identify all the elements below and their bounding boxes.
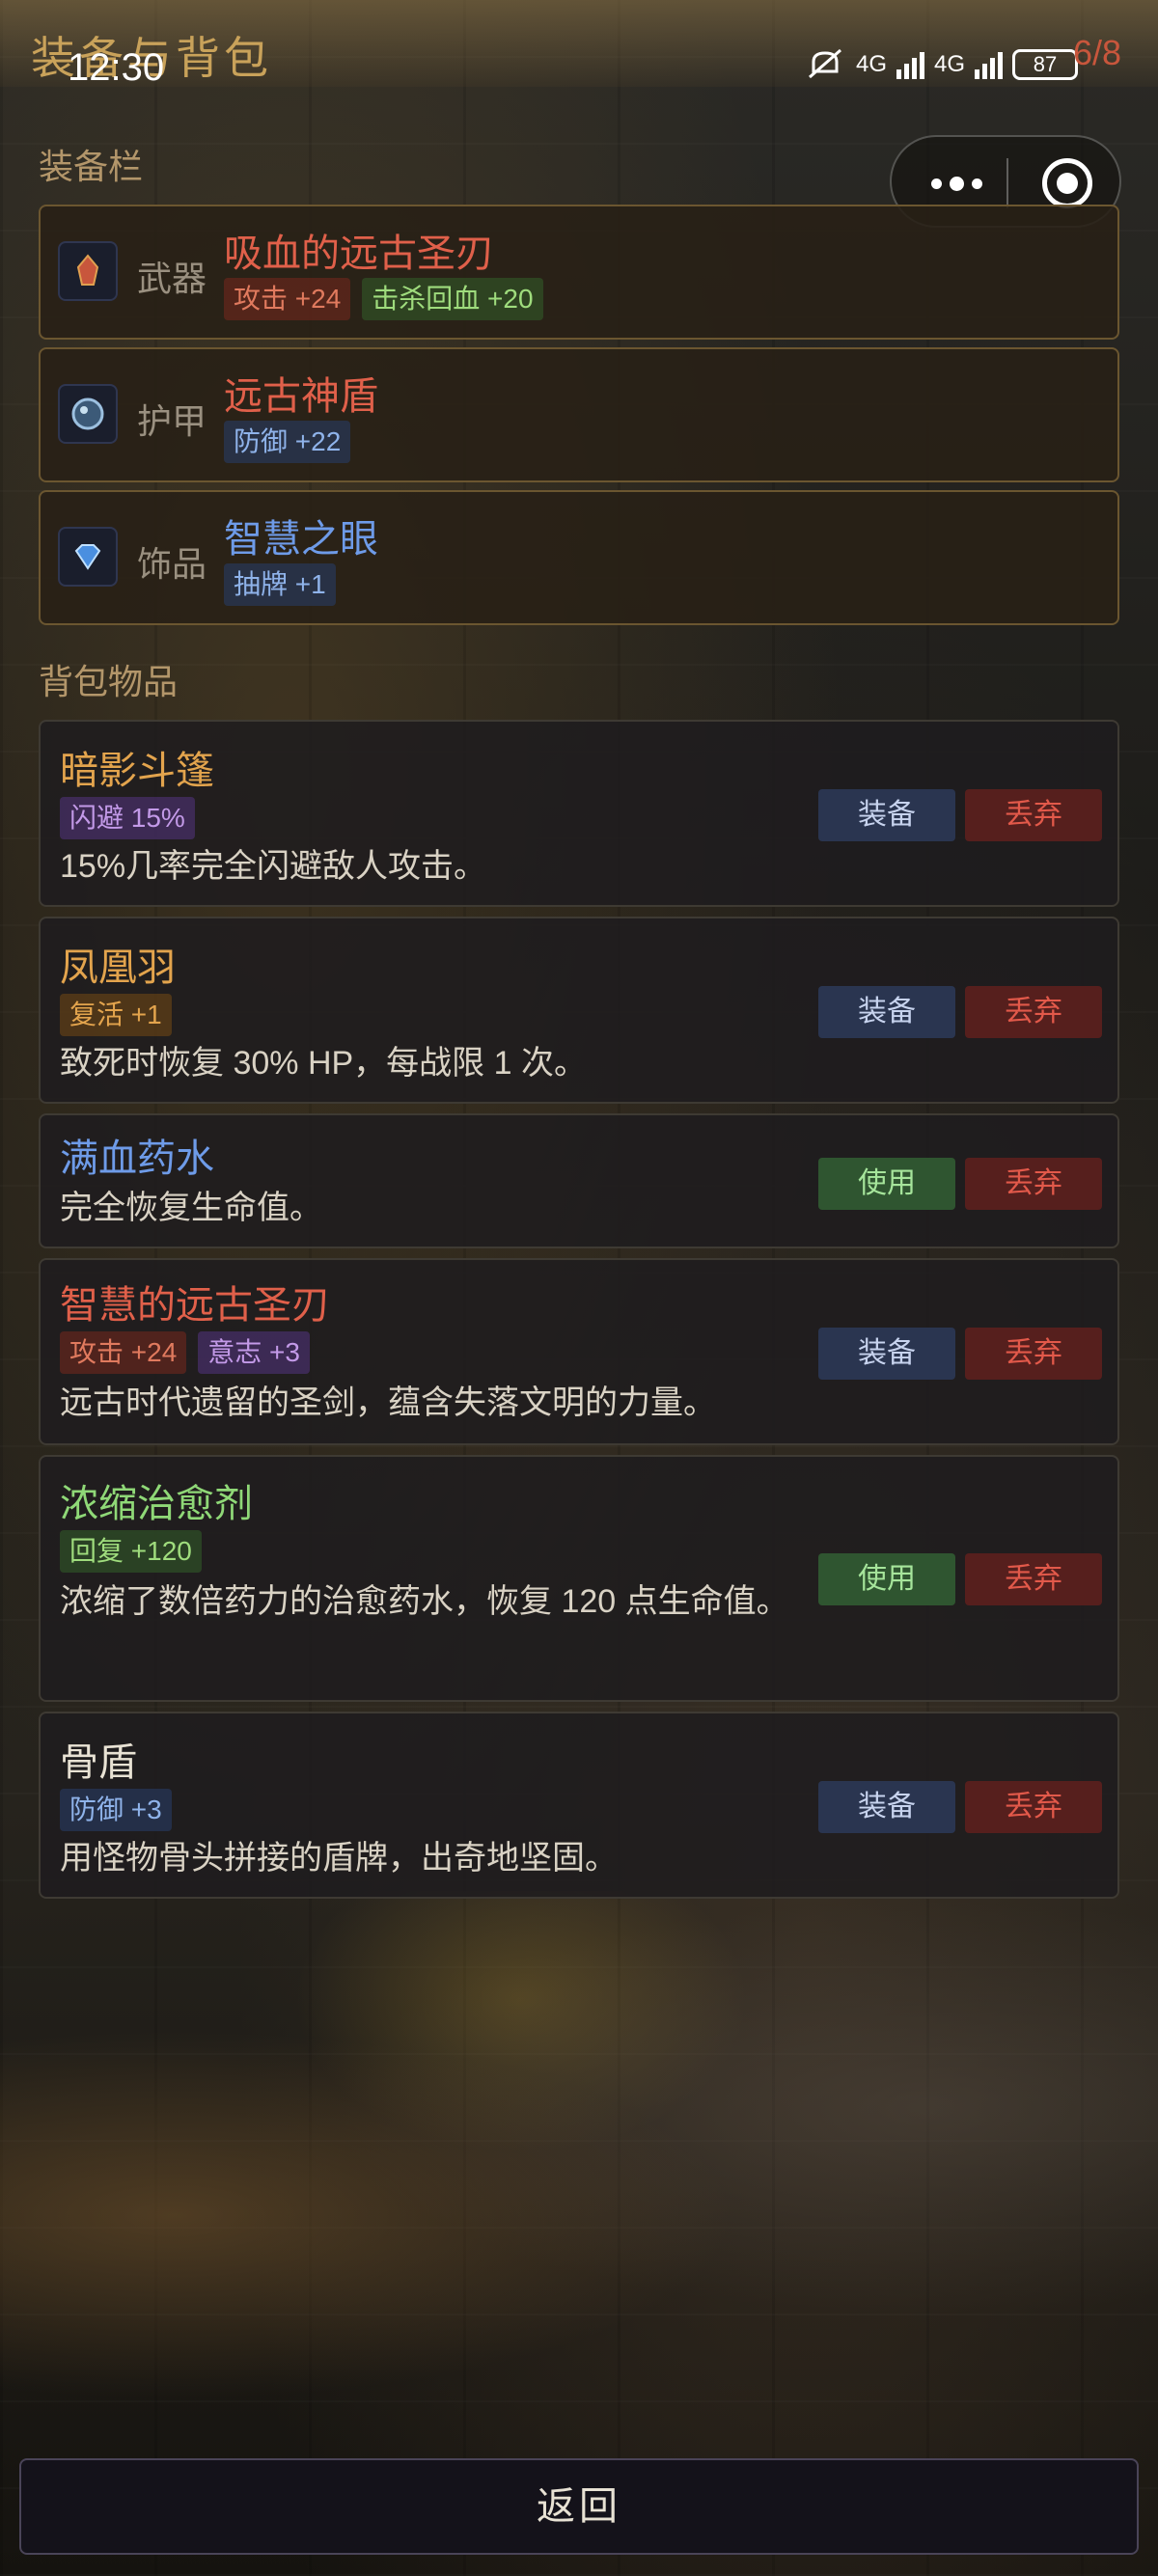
discard-button[interactable]: 丢弃 <box>965 1328 1102 1380</box>
item-description: 浓缩了数倍药力的治愈药水，恢复 120 点生命值。 <box>60 1583 789 1620</box>
equip-button[interactable]: 装备 <box>818 789 955 841</box>
use-button[interactable]: 使用 <box>818 1158 955 1210</box>
discard-button[interactable]: 丢弃 <box>965 1158 1102 1210</box>
item-name: 凤凰羽 <box>60 946 176 989</box>
equip-button[interactable]: 装备 <box>818 1328 955 1380</box>
bag-item: 暗影斗篷 闪避 15% 15%几率完全闪避敌人攻击。 装备 丢弃 <box>39 720 1119 907</box>
shield-icon <box>58 384 118 444</box>
discard-button[interactable]: 丢弃 <box>965 1553 1102 1605</box>
battery-icon: 87 <box>1012 49 1079 80</box>
stat-tag: 攻击 +24 <box>224 278 351 320</box>
slot-type-label: 武器 <box>137 259 207 298</box>
close-miniprogram-icon[interactable] <box>1042 158 1092 208</box>
gem-icon <box>58 527 118 587</box>
slot-type-label: 饰品 <box>137 544 207 584</box>
weapon-icon <box>58 241 118 301</box>
item-name: 满血药水 <box>60 1137 214 1180</box>
stat-tag: 闪避 15% <box>60 797 195 839</box>
stat-tag: 抽牌 +1 <box>224 563 336 606</box>
equipped-item-name: 吸血的远古圣刃 <box>224 233 494 275</box>
stat-tag: 复活 +1 <box>60 994 172 1036</box>
equip-button[interactable]: 装备 <box>818 1781 955 1833</box>
bag-section-label: 背包物品 <box>39 662 179 701</box>
bag-item: 骨盾 防御 +3 用怪物骨头拼接的盾牌，出奇地坚固。 装备 丢弃 <box>39 1712 1119 1899</box>
item-description: 远古时代遗留的圣剑，蕴含失落文明的力量。 <box>60 1384 716 1421</box>
signal-icon <box>896 50 925 79</box>
stat-tag: 防御 +3 <box>60 1789 172 1831</box>
bag-item: 智慧的远古圣刃 攻击 +24 意志 +3 远古时代遗留的圣剑，蕴含失落文明的力量… <box>39 1258 1119 1445</box>
bag-item: 浓缩治愈剂 回复 +120 浓缩了数倍药力的治愈药水，恢复 120 点生命值。 … <box>39 1455 1119 1702</box>
stat-tag: 回复 +120 <box>60 1530 202 1573</box>
item-name: 智慧的远古圣刃 <box>60 1284 330 1327</box>
use-button[interactable]: 使用 <box>818 1553 955 1605</box>
equipped-item-name: 远古神盾 <box>224 375 378 418</box>
network-label-1: 4G <box>856 51 888 77</box>
discard-button[interactable]: 丢弃 <box>965 1781 1102 1833</box>
bag-capacity-counter: 6/8 <box>1073 33 1122 72</box>
equipment-slot-accessory[interactable]: 饰品 智慧之眼 抽牌 +1 <box>39 490 1119 625</box>
item-description: 15%几率完全闪避敌人攻击。 <box>60 848 487 885</box>
equipped-item-name: 智慧之眼 <box>224 518 378 561</box>
bag-item: 凤凰羽 复活 +1 致死时恢复 30% HP，每战限 1 次。 装备 丢弃 <box>39 917 1119 1104</box>
stat-tag: 防御 +22 <box>224 421 351 463</box>
slot-type-label: 护甲 <box>137 401 207 441</box>
status-icons: 4G 4G 87 <box>806 48 1079 81</box>
discard-button[interactable]: 丢弃 <box>965 986 1102 1038</box>
item-name: 暗影斗篷 <box>60 750 214 792</box>
stat-tag: 攻击 +24 <box>60 1331 187 1374</box>
network-label-2: 4G <box>934 51 966 77</box>
signal-icon-2 <box>975 50 1004 79</box>
status-time: 12:30 <box>68 46 165 89</box>
back-button[interactable]: 返回 <box>19 2458 1139 2555</box>
bag-item: 满血药水 完全恢复生命值。 使用 丢弃 <box>39 1113 1119 1248</box>
more-options-icon[interactable] <box>923 164 990 203</box>
equipment-section-label: 装备栏 <box>39 147 144 186</box>
stat-tag: 击杀回血 +20 <box>362 278 543 320</box>
background-scene <box>0 1891 1158 2431</box>
item-description: 用怪物骨头拼接的盾牌，出奇地坚固。 <box>60 1840 618 1877</box>
item-name: 骨盾 <box>60 1741 137 1784</box>
equipment-slot-weapon[interactable]: 武器 吸血的远古圣刃 攻击 +24 击杀回血 +20 <box>39 205 1119 340</box>
item-description: 完全恢复生命值。 <box>60 1190 322 1226</box>
discard-button[interactable]: 丢弃 <box>965 789 1102 841</box>
capsule-divider <box>1006 158 1008 208</box>
equipment-slot-armor[interactable]: 护甲 远古神盾 防御 +22 <box>39 347 1119 482</box>
equip-button[interactable]: 装备 <box>818 986 955 1038</box>
item-name: 浓缩治愈剂 <box>60 1483 253 1525</box>
mute-icon <box>809 48 841 79</box>
stat-tag: 意志 +3 <box>198 1331 310 1374</box>
item-description: 致死时恢复 30% HP，每战限 1 次。 <box>60 1045 587 1082</box>
